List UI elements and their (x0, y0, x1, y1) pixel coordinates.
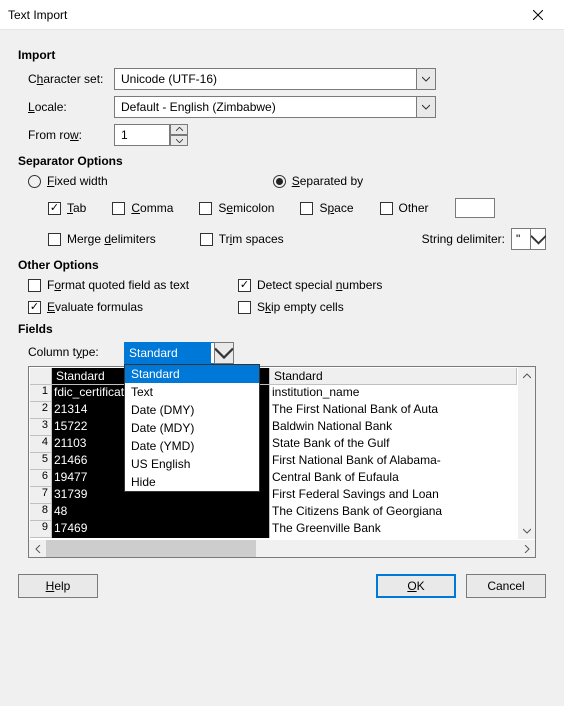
table-row: 521466First National Bank of Alabama- (30, 453, 517, 470)
locale-label: Locale: (18, 100, 114, 114)
scroll-up-icon[interactable] (518, 367, 535, 384)
table-row: 619477Central Bank of Eufaula (30, 470, 517, 487)
charset-select[interactable]: Unicode (UTF-16) (114, 68, 436, 90)
column-type-option[interactable]: US English (125, 455, 259, 473)
trim-spaces-checkbox[interactable]: Trim spaces (200, 232, 284, 246)
fromrow-label: From row: (18, 128, 114, 142)
scroll-right-icon[interactable] (518, 540, 535, 557)
cell-col2: The Greenville Bank (270, 521, 517, 538)
locale-select[interactable]: Default - English (Zimbabwe) (114, 96, 436, 118)
table-row: 421103State Bank of the Gulf (30, 436, 517, 453)
fromrow-spinner[interactable] (114, 124, 188, 146)
string-delimiter-label: String delimiter: (422, 232, 505, 246)
scroll-thumb[interactable] (46, 540, 256, 557)
merge-delimiters-checkbox[interactable]: Merge delimiters (48, 232, 156, 246)
close-button[interactable] (520, 0, 556, 30)
column-header-2[interactable]: Standard (270, 368, 517, 385)
row-number: 2 (30, 402, 52, 419)
row-number: 8 (30, 504, 52, 521)
space-checkbox[interactable]: Space (300, 201, 353, 215)
table-row: 917469The Greenville Bank (30, 521, 517, 538)
row-number: 7 (30, 487, 52, 504)
row-number: 1 (30, 385, 52, 402)
cell-col2: Central Bank of Eufaula (270, 470, 517, 487)
row-number: 6 (30, 470, 52, 487)
title-bar: Text Import (0, 0, 564, 30)
other-options-section-title: Other Options (18, 258, 546, 272)
ok-button[interactable]: OK (376, 574, 456, 598)
cell-col2: institution_name (270, 385, 517, 402)
charset-label: Character set: (18, 72, 114, 86)
chevron-down-icon[interactable] (214, 342, 234, 364)
spinner-down[interactable] (170, 135, 188, 146)
cell-col1: 48 (52, 504, 270, 521)
column-type-option[interactable]: Standard (125, 365, 259, 383)
cell-col2: The Citizens Bank of Georgiana (270, 504, 517, 521)
cell-col2: First National Bank of Alabama- (270, 453, 517, 470)
fromrow-input[interactable] (114, 124, 170, 146)
evaluate-formulas-checkbox[interactable]: Evaluate formulas (28, 300, 238, 314)
table-row: 848The Citizens Bank of Georgiana (30, 504, 517, 521)
row-number: 5 (30, 453, 52, 470)
help-button[interactable]: Help (18, 574, 98, 598)
chevron-down-icon[interactable] (416, 96, 436, 118)
comma-checkbox[interactable]: Comma (112, 201, 173, 215)
column-type-option[interactable]: Text (125, 383, 259, 401)
format-quoted-checkbox[interactable]: Format quoted field as text (28, 278, 238, 292)
scroll-down-icon[interactable] (518, 522, 535, 539)
cell-col2: State Bank of the Gulf (270, 436, 517, 453)
table-row: 315722Baldwin National Bank (30, 419, 517, 436)
cell-col1: 17469 (52, 521, 270, 538)
skip-empty-checkbox[interactable]: Skip empty cells (238, 300, 546, 314)
chevron-down-icon[interactable] (530, 228, 546, 250)
scroll-left-icon[interactable] (29, 540, 46, 557)
chevron-down-icon[interactable] (416, 68, 436, 90)
column-type-label: Column type: (28, 342, 124, 359)
column-type-option[interactable]: Hide (125, 473, 259, 491)
other-input[interactable] (455, 198, 495, 218)
semicolon-checkbox[interactable]: Semicolon (199, 201, 274, 215)
column-type-dropdown[interactable]: StandardTextDate (DMY)Date (MDY)Date (YM… (124, 364, 260, 492)
fields-section-title: Fields (18, 322, 546, 336)
row-number-header (30, 368, 52, 385)
cell-col2: First Federal Savings and Loan (270, 487, 517, 504)
separated-by-radio[interactable]: Separated by (273, 174, 363, 188)
row-number: 9 (30, 521, 52, 538)
cancel-button[interactable]: Cancel (466, 574, 546, 598)
fixed-width-radio[interactable]: Fixed width (28, 174, 108, 188)
horizontal-scrollbar[interactable] (29, 540, 535, 557)
spinner-up[interactable] (170, 124, 188, 135)
detect-special-checkbox[interactable]: Detect special numbers (238, 278, 546, 292)
preview-table[interactable]: Standard Standard 1fdic_certificate_numb… (28, 366, 536, 558)
column-type-option[interactable]: Date (MDY) (125, 419, 259, 437)
other-checkbox[interactable]: Other (380, 201, 429, 215)
tab-checkbox[interactable]: Tab (48, 201, 86, 215)
separator-section-title: Separator Options (18, 154, 546, 168)
column-type-select[interactable]: Standard StandardTextDate (DMY)Date (MDY… (124, 342, 234, 364)
cell-col2: Baldwin National Bank (270, 419, 517, 436)
table-row: 221314The First National Bank of Auta (30, 402, 517, 419)
table-row: 1fdic_certificate_numberinstitution_name (30, 385, 517, 402)
table-row: 731739First Federal Savings and Loan (30, 487, 517, 504)
import-section-title: Import (18, 48, 546, 62)
string-delimiter-select[interactable]: " (511, 228, 546, 250)
column-type-option[interactable]: Date (DMY) (125, 401, 259, 419)
column-type-option[interactable]: Date (YMD) (125, 437, 259, 455)
row-number: 3 (30, 419, 52, 436)
vertical-scrollbar[interactable] (518, 367, 535, 539)
cell-col2: The First National Bank of Auta (270, 402, 517, 419)
row-number: 4 (30, 436, 52, 453)
dialog-title: Text Import (8, 8, 520, 22)
